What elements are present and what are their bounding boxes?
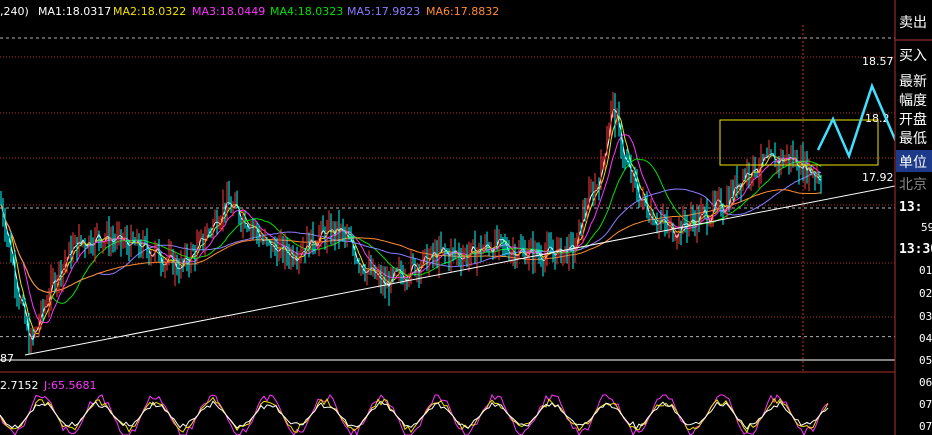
side-panel [895,0,932,435]
time-label: 07 [919,420,932,433]
ma-line [0,134,822,324]
j-line [0,393,829,435]
price-label-top: 18.57 [862,55,894,68]
indicator-k-value: 2.7152 [0,379,39,392]
low-label: 最低 [899,131,927,147]
buy-label[interactable]: 买入 [899,48,927,64]
moving-average-lines [0,109,822,342]
ma1-label: MA1:18.0317 [38,5,111,18]
time-label: 05 [919,354,932,367]
time-label: 13: [899,200,922,215]
ma5-label: MA5:17.9823 [347,5,420,18]
price-label-low: 87 [0,352,14,365]
ma4-label: MA4:18.0323 [270,5,343,18]
ma6-label: MA6:17.8832 [426,5,499,18]
annotations [24,52,930,356]
kdj-indicator-lines [0,393,829,435]
time-label: 13:30 [899,242,932,257]
unit-label[interactable]: 单位 [899,155,927,171]
time-label: 06 [919,376,932,389]
ma-header-prefix: ,240) [0,5,29,18]
beijing-label: 北京 [899,177,927,193]
time-label: 07 [919,398,932,411]
open-label: 开盘 [899,111,927,128]
time-label: 59 [921,221,932,234]
sell-label[interactable]: 卖出 [899,15,927,31]
price-label-bottom: 17.92 [862,171,894,184]
time-label: 02 [919,287,932,300]
chart-canvas: ,240) MA1:18.0317 MA2:18.0322 MA3:18.044… [0,0,932,435]
k-line [0,400,829,431]
time-label: 01 [919,264,932,277]
d-line [0,396,829,434]
trend-line [24,185,896,356]
indicator-j-value: J:65.5681 [43,379,96,392]
time-label: 04 [919,332,932,345]
ma2-label: MA2:18.0322 [113,5,186,18]
change-label: 幅度 [899,93,927,109]
latest-label: 最新 [899,74,927,90]
candlestick-series [0,92,822,355]
time-label: 03 [919,310,932,323]
price-gridlines [0,25,895,372]
ma3-label: MA3:18.0449 [192,5,265,18]
